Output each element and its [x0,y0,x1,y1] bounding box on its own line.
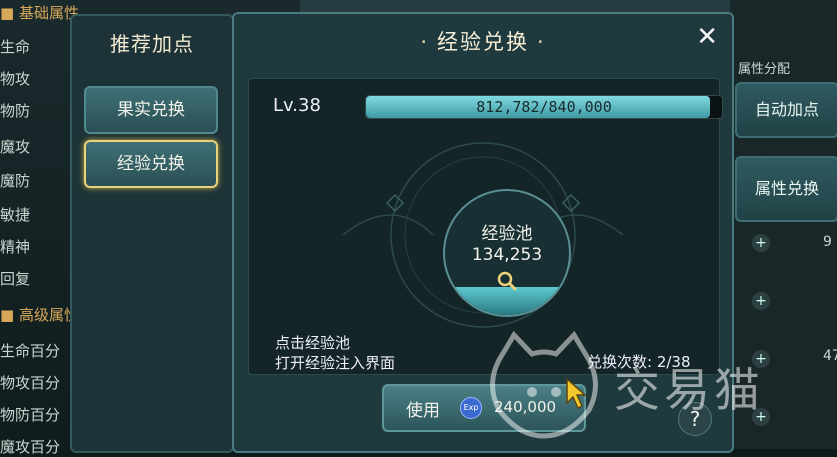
auto-allocate-button[interactable]: 自动加点 [735,82,837,138]
attribute-list: ■ 基础属性 生命 物攻 物防 魔攻 魔防 敏捷 精神 回复 ■ 高级属性 生命… [0,0,80,456]
exchange-count: 兑换次数: 2/38 [587,353,691,371]
recommend-title: 推荐加点 [110,32,194,56]
level-label: Lv.38 [273,95,321,116]
attr-item: 魔攻 [0,138,31,156]
top-progress-strip [300,0,730,12]
dialog-title: · 经验兑换 · [420,30,546,54]
close-icon[interactable]: ✕ [696,22,718,52]
question-icon[interactable]: ? [678,402,712,436]
attr-item: 物攻百分 [0,374,61,392]
use-button[interactable]: 使用 Exp 240,000 [382,384,586,432]
exp-panel: Lv.38 812,782/840,000 经验池 134,253 点击经验池 … [248,78,723,375]
pool-hint: 点击经验池 打开经验注入界面 [275,334,396,372]
plus-icon[interactable]: + [752,234,770,252]
attr-exchange-tab[interactable]: 属性兑换 [735,156,837,222]
exp-progress-bar: 812,782/840,000 [365,95,723,119]
attr-header-basic: ■ 基础属性 [0,4,79,22]
attr-item: 敏捷 [0,206,31,224]
recommend-panel: 推荐加点 果实兑换 经验兑换 [70,14,234,453]
attr-item: 物攻 [0,70,31,88]
attr-item: 魔攻百分 [0,438,61,456]
plus-icon[interactable]: + [752,408,770,426]
attr-item: 回复 [0,270,31,288]
exp-exchange-dialog: · 经验兑换 · ✕ Lv.38 812,782/840,000 经验池 134,2… [232,12,734,453]
attr-header-advanced: ■ 高级属性 [0,306,79,324]
plus-icon[interactable]: + [752,350,770,368]
attr-item: 物防 [0,102,31,120]
attr-item: 魔防 [0,172,31,190]
pool-water [445,287,569,315]
attr-item: 生命百分 [0,342,61,360]
attr-alloc-label: 属性分配 [738,62,791,77]
plus-icon[interactable]: + [752,292,770,310]
exp-coin-icon: Exp [460,397,482,419]
exp-exchange-tab[interactable]: 经验兑换 [84,140,218,188]
pointer-cursor-icon [566,377,587,410]
fruit-exchange-tab[interactable]: 果实兑换 [84,86,218,134]
magnifier-icon [497,271,517,291]
use-label: 使用 [406,401,440,421]
attr-value: 9 [823,234,832,250]
pool-label: 经验池 [481,224,533,244]
attr-item: 生命 [0,38,31,56]
attr-item: 物防百分 [0,406,61,424]
exp-pool-button[interactable]: 经验池 134,253 [443,189,571,317]
attr-value: 47 [823,348,837,364]
use-amount: 240,000 [494,398,557,416]
exp-progress-text: 812,782/840,000 [476,98,612,116]
attr-item: 精神 [0,238,31,256]
pool-value: 134,253 [471,245,543,265]
